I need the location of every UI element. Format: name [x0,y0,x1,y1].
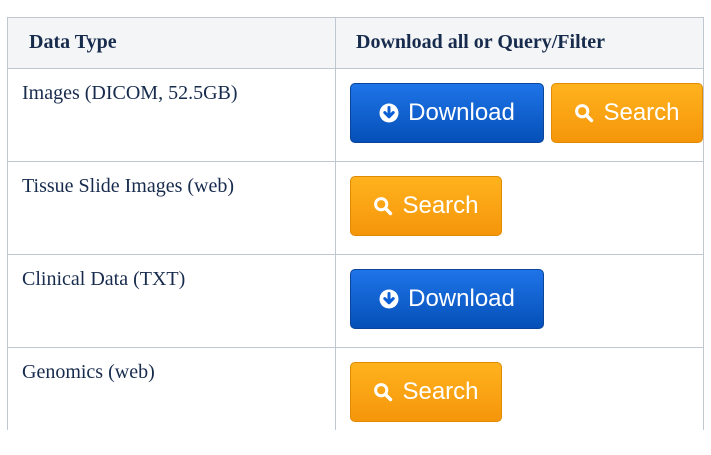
row-label-cell: Tissue Slide Images (web) [7,161,336,255]
data-download-table: Data Type Download all or Query/Filter I… [7,17,704,430]
row-label-cell: Genomics (web) [7,347,336,430]
download-icon [379,103,399,123]
search-button-label: Search [402,378,479,405]
download-button-label: Download [408,99,515,126]
row-label: Genomics (web) [22,361,155,383]
download-button[interactable]: Download [350,269,544,329]
search-button-label: Search [402,192,479,219]
table-row: Tissue Slide Images (web) Search [7,161,704,255]
row-actions-cell: Download [335,254,704,348]
search-icon [574,103,594,123]
header-download-query: Download all or Query/Filter [335,17,704,69]
row-actions-cell: Download Search [335,68,704,162]
table-row: Images (DICOM, 52.5GB) Download Search [7,68,704,162]
row-label: Clinical Data (TXT) [22,268,186,290]
search-icon [373,382,393,402]
row-actions-cell: Search [335,347,704,430]
row-label-cell: Clinical Data (TXT) [7,254,336,348]
row-label-cell: Images (DICOM, 52.5GB) [7,68,336,162]
table-row: Clinical Data (TXT) Download [7,254,704,348]
search-button[interactable]: Search [551,83,703,143]
row-actions-cell: Search [335,161,704,255]
table-row: Genomics (web) Search [7,347,704,430]
search-button[interactable]: Search [350,176,502,236]
search-button-label: Search [603,99,680,126]
download-icon [379,289,399,309]
table-header-row: Data Type Download all or Query/Filter [7,17,704,69]
header-data-type: Data Type [7,17,336,69]
row-label: Tissue Slide Images (web) [22,175,235,197]
search-button[interactable]: Search [350,362,502,422]
search-icon [373,196,393,216]
download-button-label: Download [408,285,515,312]
row-label: Images (DICOM, 52.5GB) [22,82,238,104]
download-button[interactable]: Download [350,83,544,143]
